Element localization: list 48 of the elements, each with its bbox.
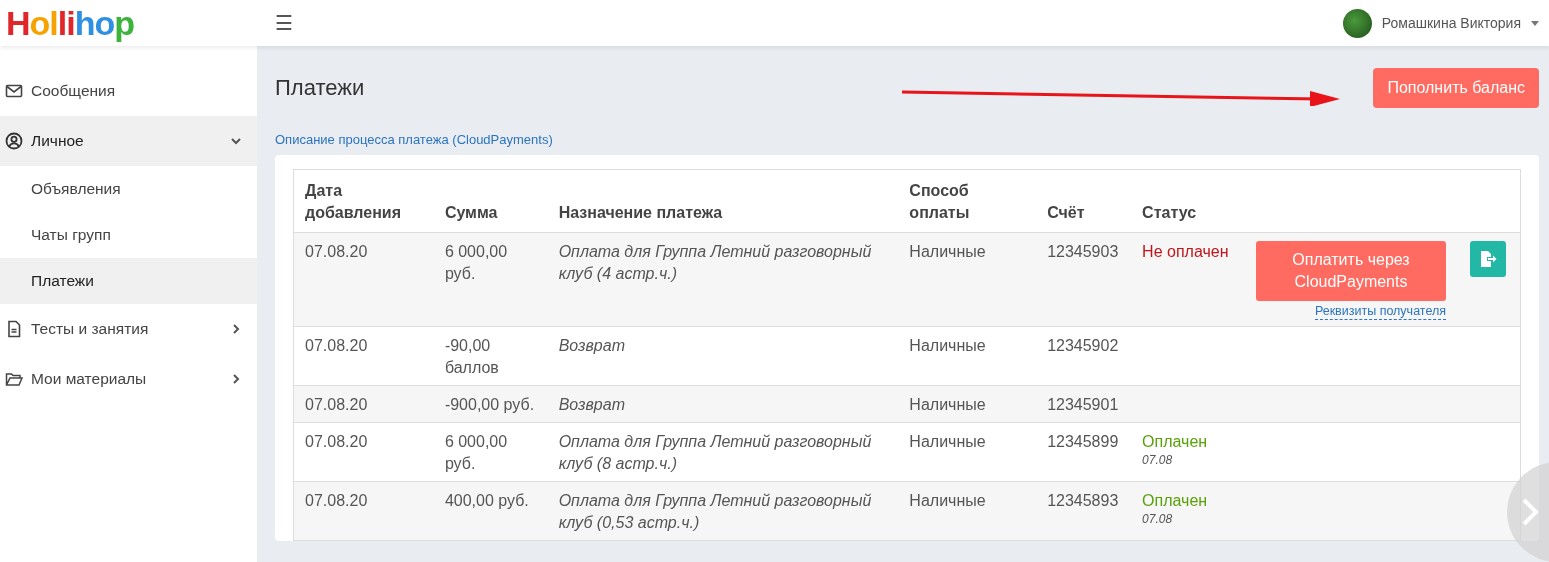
purpose-cell: Оплата для Группа Летний разговорный клуб (4 астр.ч.) bbox=[547, 232, 899, 327]
paid-date: 07.08 bbox=[1142, 512, 1174, 526]
date-cell: 07.08.20 bbox=[293, 385, 434, 423]
user-name[interactable]: Ромашкина Виктория bbox=[1381, 15, 1521, 31]
status-text: Не оплачен bbox=[1142, 243, 1229, 260]
column-header: Счёт bbox=[1036, 169, 1132, 233]
status-text: Оплачен bbox=[1142, 492, 1208, 509]
sidebar-subitem[interactable]: Чаты групп bbox=[0, 212, 257, 258]
method-cell: Наличные bbox=[898, 385, 1037, 423]
export-button[interactable] bbox=[1470, 241, 1506, 277]
sidebar-item[interactable]: Тесты и занятия bbox=[0, 304, 257, 354]
user-icon bbox=[5, 132, 23, 150]
column-header: Сумма bbox=[433, 169, 548, 233]
sidebar-item[interactable]: Личное bbox=[0, 116, 257, 166]
status-text: Оплачен bbox=[1142, 433, 1208, 450]
amount-cell: -900,00 руб. bbox=[433, 385, 548, 423]
amount-cell: 6 000,00 руб. bbox=[433, 232, 548, 327]
purpose-cell: Оплата для Группа Летний разговорный клуб (0,53 астр.ч.) bbox=[547, 481, 899, 541]
logo: Hollihop bbox=[5, 3, 136, 43]
file-export-icon bbox=[1479, 250, 1497, 268]
envelope-icon bbox=[5, 82, 23, 100]
column-header: Способ оплаты bbox=[898, 169, 1037, 233]
menu-icon[interactable]: ☰ bbox=[275, 11, 293, 35]
recipient-details-link[interactable]: Реквизиты получателя bbox=[1314, 303, 1446, 320]
document-icon bbox=[5, 320, 23, 338]
page-title: Платежи bbox=[275, 75, 365, 101]
date-cell: 07.08.20 bbox=[293, 481, 434, 541]
caret-icon[interactable] bbox=[1531, 20, 1539, 26]
avatar[interactable] bbox=[1342, 8, 1372, 38]
purpose-cell: Возврат bbox=[547, 385, 899, 423]
invoice-cell: 12345901 bbox=[1036, 385, 1132, 423]
folder-icon bbox=[5, 370, 23, 388]
method-cell: Наличные bbox=[898, 232, 1037, 327]
column-header: Дата добавления bbox=[293, 169, 434, 233]
column-header: Назначение платежа bbox=[547, 169, 899, 233]
sidebar-subitem[interactable]: Объявления bbox=[0, 166, 257, 212]
column-header: Статус bbox=[1131, 169, 1245, 233]
method-cell: Наличные bbox=[898, 481, 1037, 541]
invoice-cell: 12345903 bbox=[1036, 232, 1132, 327]
amount-cell: 400,00 руб. bbox=[433, 481, 548, 541]
invoice-cell: 12345893 bbox=[1036, 481, 1132, 541]
paid-date: 07.08 bbox=[1142, 453, 1174, 467]
sidebar-item[interactable]: Мои материалы bbox=[0, 354, 257, 404]
chevron-right-icon bbox=[1521, 498, 1539, 526]
date-cell: 07.08.20 bbox=[293, 232, 434, 327]
description-link[interactable]: Описание процесса платежа (CloudPayments) bbox=[275, 132, 553, 147]
sidebar-item[interactable]: Сообщения bbox=[0, 66, 257, 116]
sidebar-subitem[interactable]: Платежи bbox=[0, 258, 257, 304]
